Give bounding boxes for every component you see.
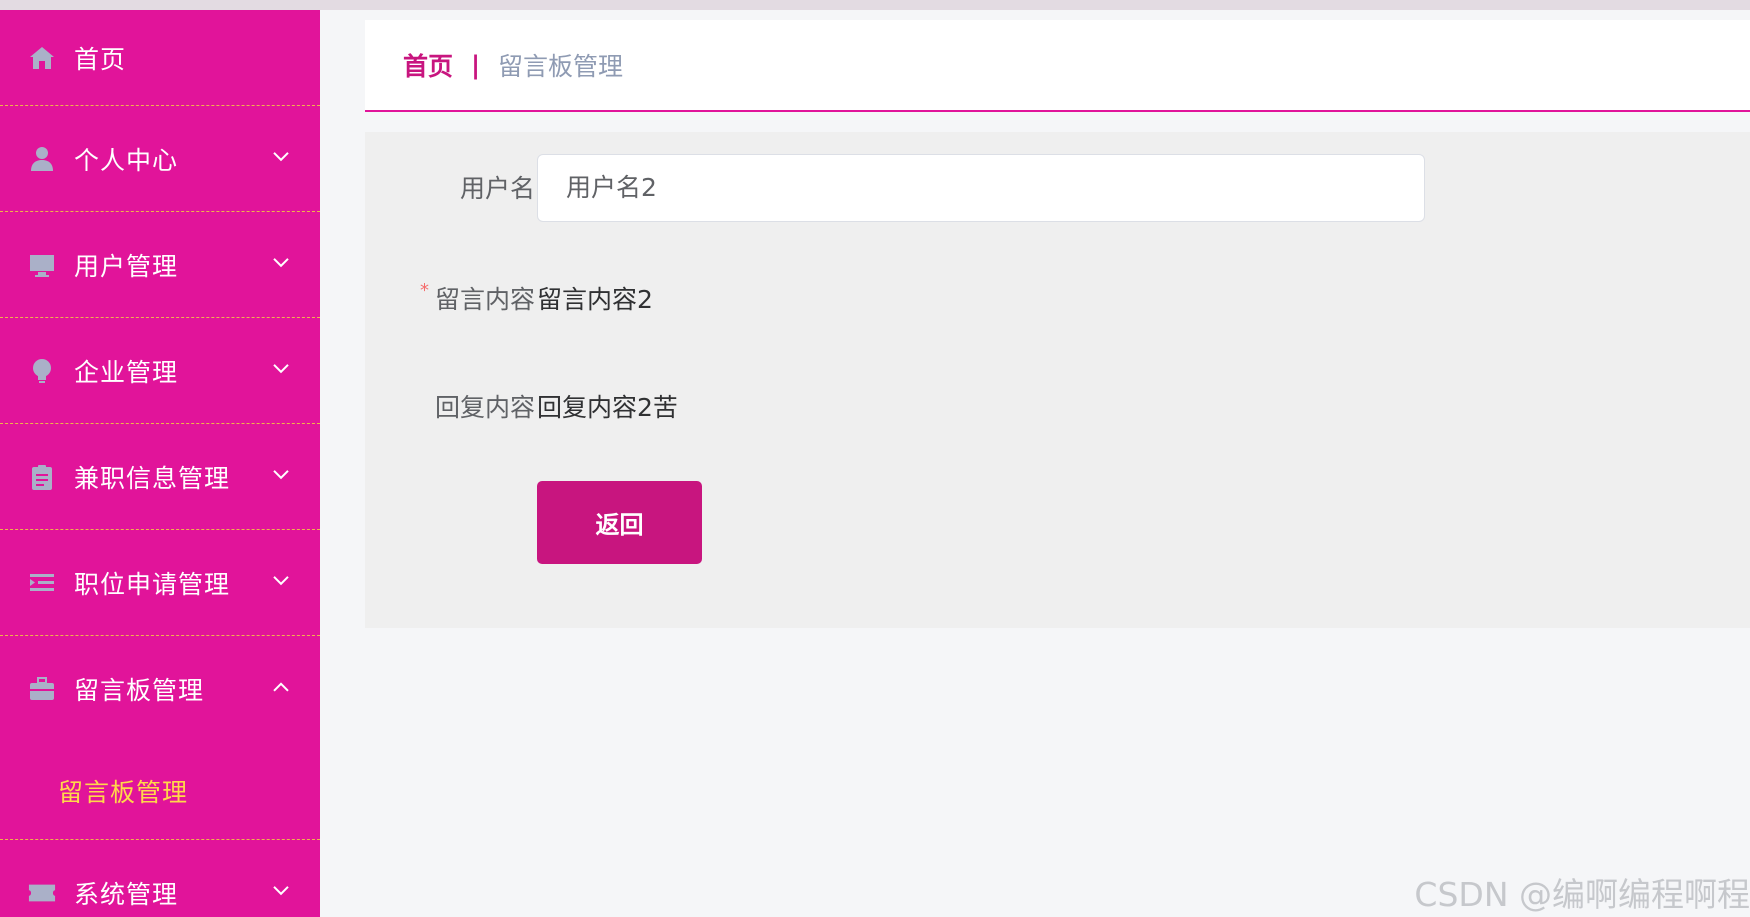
sidebar: 首页 个人中心 用户管理 企业管理 兼职信息管理 职位申请管理 留言板管理 留言… — [0, 10, 320, 917]
sidebar-item-application-management[interactable]: 职位申请管理 — [0, 530, 320, 636]
username-label: 用户名 — [459, 174, 535, 203]
home-icon — [28, 44, 56, 72]
breadcrumb-separator: | — [471, 50, 481, 80]
sidebar-item-label: 留言板管理 — [74, 676, 205, 705]
chevron-up-icon — [270, 676, 292, 698]
chevron-down-icon — [270, 251, 292, 273]
sidebar-item-personal-center[interactable]: 个人中心 — [0, 106, 320, 212]
sidebar-item-label: 兼职信息管理 — [74, 463, 231, 493]
sidebar-subitem-label: 留言板管理 — [58, 777, 189, 807]
message-value: 留言内容2 — [537, 285, 653, 314]
reply-label: 回复内容 — [434, 393, 535, 422]
sidebar-subitem-message-board[interactable]: 留言板管理 — [0, 742, 320, 840]
chevron-down-icon — [270, 357, 292, 379]
chevron-down-icon — [270, 879, 292, 901]
ticket-icon — [28, 879, 56, 907]
required-mark: * — [419, 280, 429, 301]
breadcrumb-current: 留言板管理 — [498, 52, 624, 81]
clipboard-icon — [28, 463, 56, 491]
sidebar-item-label: 个人中心 — [74, 145, 179, 175]
top-bar — [0, 0, 1750, 10]
sidebar-item-label: 首页 — [74, 44, 127, 74]
briefcase-icon — [28, 675, 56, 703]
message-label-text: 留言内容 — [434, 285, 535, 314]
chevron-down-icon — [270, 463, 292, 485]
watermark: CSDN @编啊编程啊程 — [1414, 875, 1750, 914]
monitor-icon — [28, 251, 56, 279]
bulb-icon — [28, 357, 56, 385]
sidebar-item-message-board[interactable]: 留言板管理 — [0, 636, 320, 742]
back-button[interactable]: 返回 — [537, 481, 702, 564]
sidebar-item-label: 系统管理 — [74, 879, 179, 909]
sidebar-item-label: 企业管理 — [74, 357, 179, 387]
sidebar-item-system-management[interactable]: 系统管理 — [0, 840, 320, 917]
reply-value: 回复内容2苦 — [537, 393, 678, 422]
username-field[interactable]: 用户名2 — [537, 154, 1425, 222]
sidebar-item-label: 职位申请管理 — [74, 569, 231, 599]
sidebar-item-parttime-management[interactable]: 兼职信息管理 — [0, 424, 320, 530]
sidebar-item-home[interactable]: 首页 — [0, 10, 320, 106]
sidebar-item-user-management[interactable]: 用户管理 — [0, 212, 320, 318]
chevron-down-icon — [270, 569, 292, 591]
message-detail-form: 用户名 用户名2 * 留言内容 留言内容2 回复内容 回复内容2苦 返回 — [365, 132, 1750, 628]
sidebar-item-label: 用户管理 — [74, 251, 179, 281]
message-label: * 留言内容 — [385, 280, 535, 316]
sidebar-item-enterprise-management[interactable]: 企业管理 — [0, 318, 320, 424]
breadcrumb-home-link[interactable]: 首页 — [403, 47, 453, 83]
chevron-down-icon — [270, 145, 292, 167]
breadcrumb: 首页 | 留言板管理 — [365, 20, 1750, 112]
list-icon — [28, 569, 56, 597]
user-icon — [28, 145, 56, 173]
